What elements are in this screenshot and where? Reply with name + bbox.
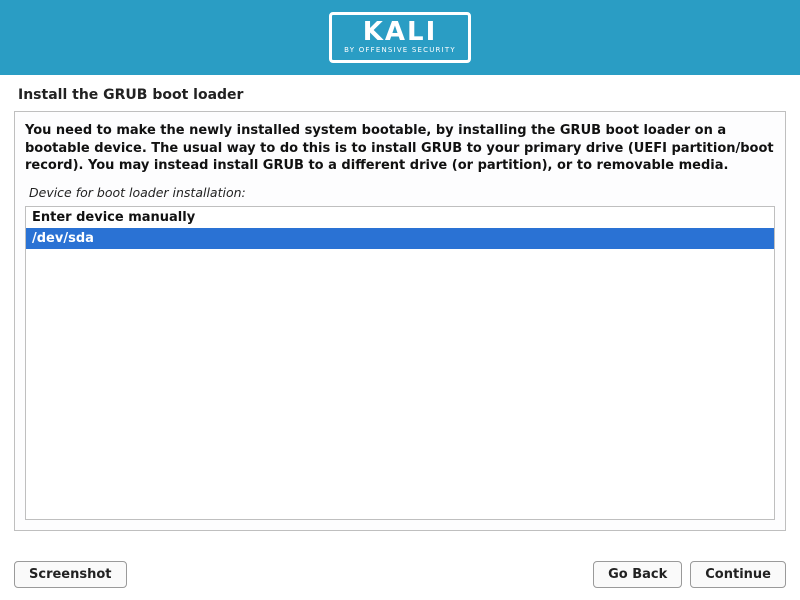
content-frame: You need to make the newly installed sys… <box>14 111 786 531</box>
device-list[interactable]: Enter device manually /dev/sda <box>25 206 775 520</box>
device-prompt: Device for boot loader installation: <box>29 185 775 200</box>
header-band: KALI BY OFFENSIVE SECURITY <box>0 0 800 75</box>
continue-button[interactable]: Continue <box>690 561 786 588</box>
page-title: Install the GRUB boot loader <box>0 75 800 111</box>
brand-tagline: BY OFFENSIVE SECURITY <box>344 47 456 54</box>
go-back-button[interactable]: Go Back <box>593 561 682 588</box>
footer-bar: Screenshot Go Back Continue <box>14 561 786 588</box>
brand-name: KALI <box>344 19 456 45</box>
screenshot-button[interactable]: Screenshot <box>14 561 127 588</box>
device-option-sda[interactable]: /dev/sda <box>26 228 774 249</box>
instruction-text: You need to make the newly installed sys… <box>25 122 775 175</box>
device-option-manual[interactable]: Enter device manually <box>26 207 774 228</box>
kali-logo: KALI BY OFFENSIVE SECURITY <box>329 12 471 63</box>
